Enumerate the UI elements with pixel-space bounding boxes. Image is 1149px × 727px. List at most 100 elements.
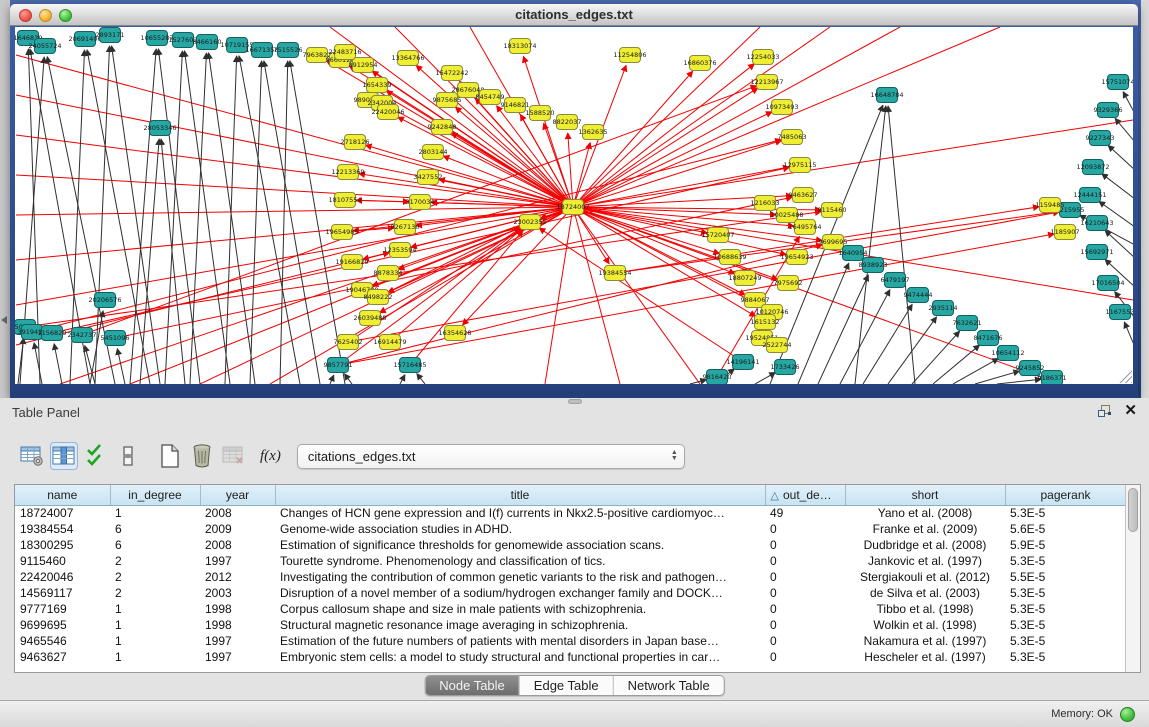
table-cell[interactable]: Structural magnetic resonance image aver… <box>275 617 765 633</box>
table-cell[interactable]: 0 <box>765 633 845 649</box>
table-cell[interactable]: 9777169 <box>15 601 110 617</box>
table-cell[interactable]: 0 <box>765 649 845 665</box>
table-cell[interactable]: 2012 <box>200 569 275 585</box>
tab-edge-table[interactable]: Edge Table <box>519 676 613 695</box>
table-cell[interactable]: Estimation of the future numbers of pati… <box>275 633 765 649</box>
table-cell[interactable]: Estimation of significance thresholds fo… <box>275 537 765 553</box>
table-cell[interactable]: 5.5E-5 <box>1005 569 1125 585</box>
table-cell[interactable]: 0 <box>765 585 845 601</box>
table-cell[interactable]: 5.3E-5 <box>1005 553 1125 569</box>
table-cell[interactable]: 1998 <box>200 617 275 633</box>
table-cell[interactable]: 0 <box>765 601 845 617</box>
table-cell[interactable]: 2008 <box>200 505 275 521</box>
table-cell[interactable]: Hescheler et al. (1997) <box>845 649 1005 665</box>
table-cell[interactable]: 0 <box>765 617 845 633</box>
column-header-name[interactable]: name <box>15 485 110 505</box>
table-cell[interactable]: Wolkin et al. (1998) <box>845 617 1005 633</box>
table-cell[interactable]: Franke et al. (2009) <box>845 521 1005 537</box>
table-vertical-scrollbar[interactable] <box>1125 485 1140 672</box>
table-cell[interactable]: 14569117 <box>15 585 110 601</box>
table-cell[interactable]: Nakamura et al. (1997) <box>845 633 1005 649</box>
table-cell[interactable]: 6 <box>110 537 200 553</box>
table-cell[interactable]: 5.9E-5 <box>1005 537 1125 553</box>
table-cell[interactable]: 1997 <box>200 633 275 649</box>
table-cell[interactable]: 49 <box>765 505 845 521</box>
close-window-icon[interactable] <box>19 9 32 22</box>
tab-node-table[interactable]: Node Table <box>425 676 519 695</box>
table-cell[interactable]: 1 <box>110 633 200 649</box>
scrollbar-thumb[interactable] <box>1128 488 1138 532</box>
table-cell[interactable]: Embryonic stem cells: a model to study s… <box>275 649 765 665</box>
table-cell[interactable]: 0 <box>765 569 845 585</box>
table-cell[interactable]: 5.3E-5 <box>1005 585 1125 601</box>
table-cell[interactable]: 2008 <box>200 537 275 553</box>
column-header-in-degree[interactable]: in_degree <box>110 485 200 505</box>
table-cell[interactable]: 1997 <box>200 649 275 665</box>
table-row[interactable]: 911546021997Tourette syndrome. Phenomeno… <box>15 553 1125 569</box>
table-cell[interactable]: Stergiakouli et al. (2012) <box>845 569 1005 585</box>
memory-status-indicator[interactable] <box>1120 707 1135 722</box>
table-row[interactable]: 969969511998Structural magnetic resonanc… <box>15 617 1125 633</box>
table-cell[interactable]: Yano et al. (2008) <box>845 505 1005 521</box>
table-cell[interactable]: 18724007 <box>15 505 110 521</box>
window-titlebar[interactable]: citations_edges.txt <box>10 4 1138 26</box>
table-cell[interactable]: 1997 <box>200 553 275 569</box>
table-row[interactable]: 1872400712008Changes of HCN gene express… <box>15 505 1125 521</box>
panel-collapse-arrow-icon[interactable] <box>1 316 7 324</box>
column-header-year[interactable]: year <box>200 485 275 505</box>
table-cell[interactable]: 9465546 <box>15 633 110 649</box>
zoom-window-icon[interactable] <box>59 9 72 22</box>
table-cell[interactable]: Jankovic et al. (1997) <box>845 553 1005 569</box>
table-row[interactable]: 977716911998Corpus callosum shape and si… <box>15 601 1125 617</box>
table-cell[interactable]: Corpus callosum shape and size in male p… <box>275 601 765 617</box>
table-cell[interactable]: Tourette syndrome. Phenomenology and cla… <box>275 553 765 569</box>
table-cell[interactable]: Genome-wide association studies in ADHD. <box>275 521 765 537</box>
select-checks-icon[interactable] <box>82 442 110 470</box>
table-cell[interactable]: 9463627 <box>15 649 110 665</box>
new-column-icon[interactable] <box>156 442 184 470</box>
table-selector[interactable]: citations_edges.txt ▲▼ <box>297 444 685 469</box>
table-row[interactable]: 1938455462009Genome-wide association stu… <box>15 521 1125 537</box>
network-canvas[interactable]: 1646839240557242069140628931711065528715… <box>15 27 1133 384</box>
column-header-title[interactable]: title <box>275 485 765 505</box>
table-cell[interactable]: 1 <box>110 601 200 617</box>
table-row[interactable]: 946362711997Embryonic stem cells: a mode… <box>15 649 1125 665</box>
rows-icon[interactable] <box>114 442 142 470</box>
column-header-short[interactable]: short <box>845 485 1005 505</box>
table-cell[interactable]: 5.3E-5 <box>1005 649 1125 665</box>
delete-table-icon[interactable] <box>220 442 248 470</box>
table-cell[interactable]: 2 <box>110 553 200 569</box>
close-panel-icon[interactable]: ✕ <box>1124 403 1137 419</box>
table-row[interactable]: 946554611997Estimation of the future num… <box>15 633 1125 649</box>
table-cell[interactable]: 1998 <box>200 601 275 617</box>
function-builder-icon[interactable]: f(x) <box>260 448 281 465</box>
table-cell[interactable]: 0 <box>765 537 845 553</box>
table-mode-icon[interactable] <box>18 442 46 470</box>
table-cell[interactable]: 2 <box>110 569 200 585</box>
table-cell[interactable]: 1 <box>110 649 200 665</box>
tab-network-table[interactable]: Network Table <box>613 676 724 695</box>
table-cell[interactable]: 5.3E-5 <box>1005 505 1125 521</box>
table-cell[interactable]: Disruption of a novel member of a sodium… <box>275 585 765 601</box>
table-cell[interactable]: 6 <box>110 521 200 537</box>
column-header-out-de-[interactable]: △out_de… <box>765 485 845 505</box>
table-cell[interactable]: 0 <box>765 521 845 537</box>
float-panel-icon[interactable] <box>1097 404 1112 418</box>
table-cell[interactable]: 18300295 <box>15 537 110 553</box>
table-cell[interactable]: 2009 <box>200 521 275 537</box>
table-cell[interactable]: Changes of HCN gene expression and I(f) … <box>275 505 765 521</box>
table-cell[interactable]: 5.3E-5 <box>1005 601 1125 617</box>
table-cell[interactable]: 0 <box>765 553 845 569</box>
delete-column-icon[interactable] <box>188 442 216 470</box>
table-cell[interactable]: 5.3E-5 <box>1005 633 1125 649</box>
minimize-window-icon[interactable] <box>39 9 52 22</box>
column-header-pagerank[interactable]: pagerank <box>1005 485 1125 505</box>
table-row[interactable]: 2242004622012Investigating the contribut… <box>15 569 1125 585</box>
table-cell[interactable]: Tibbo et al. (1998) <box>845 601 1005 617</box>
column-visibility-icon[interactable] <box>50 442 78 470</box>
table-cell[interactable]: 5.6E-5 <box>1005 521 1125 537</box>
table-row[interactable]: 1830029562008Estimation of significance … <box>15 537 1125 553</box>
table-cell[interactable]: 9699695 <box>15 617 110 633</box>
table-cell[interactable]: 1 <box>110 617 200 633</box>
table-cell[interactable]: 22420046 <box>15 569 110 585</box>
